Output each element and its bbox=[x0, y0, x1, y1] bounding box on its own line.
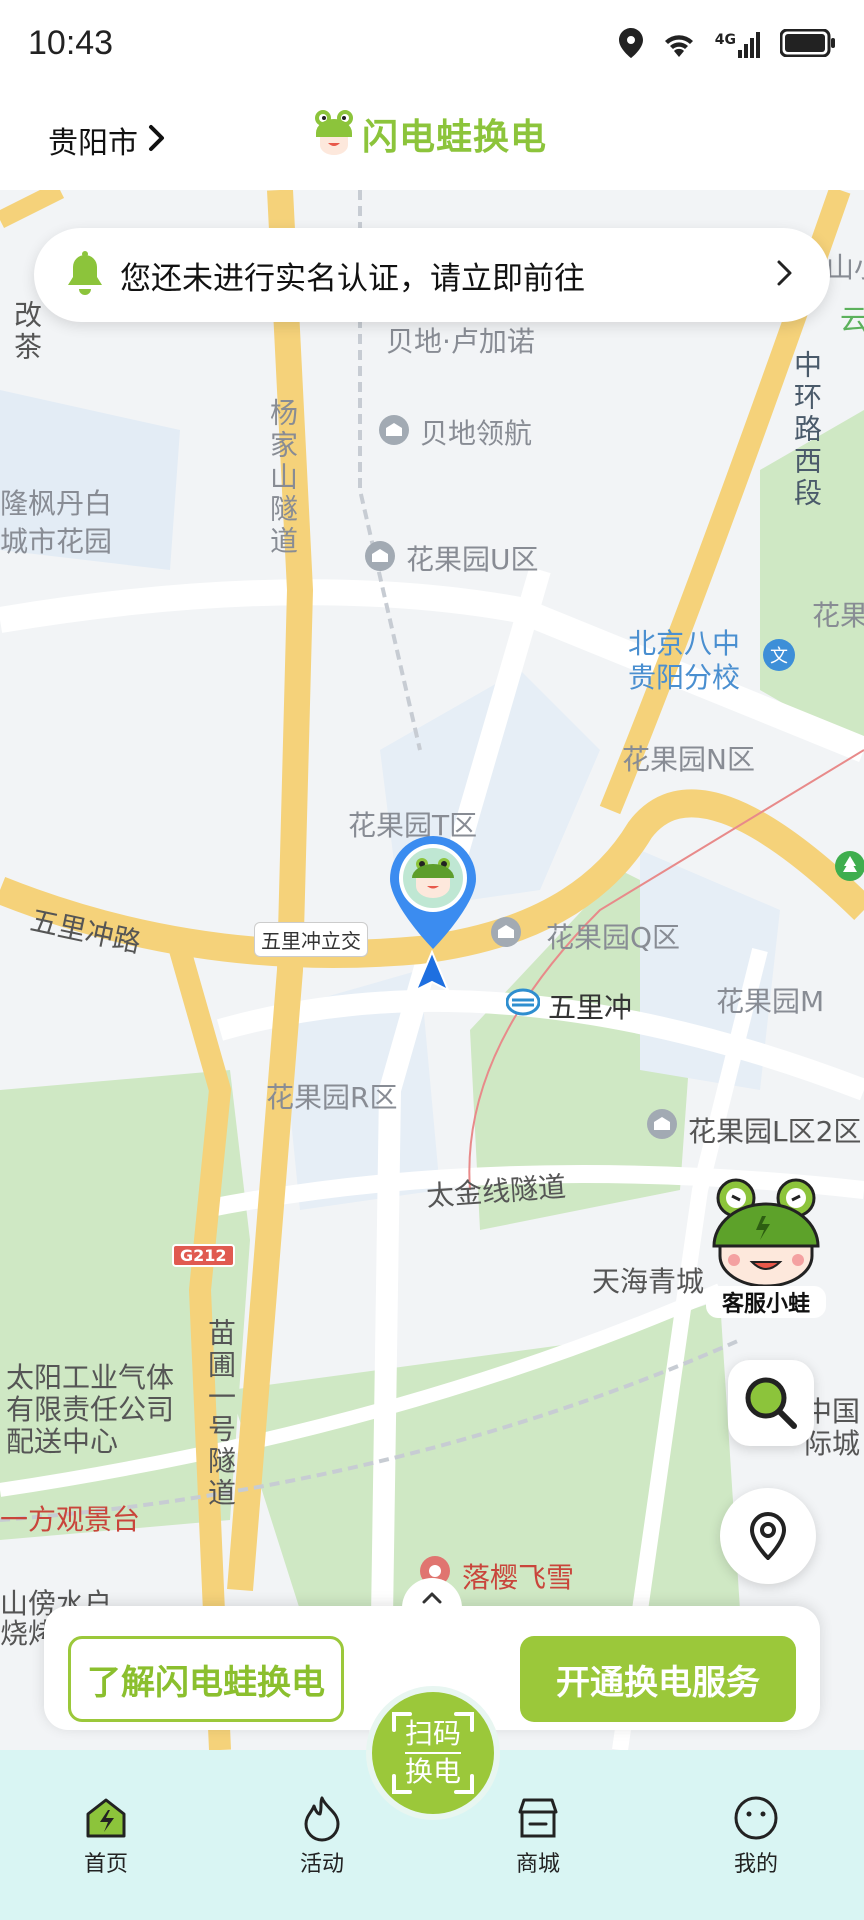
station-location-pin-icon[interactable] bbox=[386, 832, 480, 952]
open-service-button[interactable]: 开通换电服务 bbox=[520, 1636, 796, 1722]
nav-label-activity: 活动 bbox=[299, 1852, 344, 1877]
map-label-miaopu: 苗圃一号隧道 bbox=[204, 1318, 237, 1510]
location-icon bbox=[618, 28, 643, 62]
poi-building-icon bbox=[379, 415, 409, 445]
locate-me-button[interactable] bbox=[720, 1488, 816, 1584]
map-label-g212: G212 bbox=[172, 1244, 235, 1267]
map-label-yangjiashan: 杨家山隧道 bbox=[266, 398, 299, 558]
map-label-wulichong: 五里冲 bbox=[548, 991, 633, 1024]
learn-more-button[interactable]: 了解闪电蛙换电 bbox=[68, 1636, 344, 1722]
svg-text:文: 文 bbox=[770, 646, 788, 667]
map-label-gai: 改茶 bbox=[10, 300, 43, 364]
store-icon bbox=[518, 1798, 558, 1838]
cellular-signal-icon: 4G bbox=[715, 32, 762, 58]
bell-icon bbox=[64, 251, 106, 299]
nav-item-home[interactable]: 首页 bbox=[46, 1794, 166, 1878]
frog-mascot-icon bbox=[712, 1178, 820, 1288]
home-icon bbox=[86, 1798, 126, 1838]
map-label-yifang: 一方观景台 bbox=[0, 1503, 141, 1536]
map-label-longfeng-2: 城市花园 bbox=[0, 525, 113, 558]
nav-item-mine[interactable]: 我的 bbox=[696, 1794, 816, 1878]
map-label-shanxiao: 山小 bbox=[826, 251, 864, 284]
status-icons: 4G bbox=[618, 28, 836, 62]
search-button[interactable] bbox=[728, 1360, 814, 1446]
nav-label-mall: 商城 bbox=[515, 1852, 560, 1877]
map-label-hgy-u: 花果园U区 bbox=[406, 543, 539, 576]
current-location-arrow-icon bbox=[414, 950, 450, 993]
location-pin-icon bbox=[750, 1512, 786, 1560]
app-header: 贵阳市 闪电蛙换电 bbox=[0, 90, 864, 190]
nav-label-mine: 我的 bbox=[733, 1852, 778, 1877]
poi-building-icon bbox=[365, 541, 395, 571]
poi-park-icon bbox=[835, 851, 864, 881]
poi-building-icon bbox=[647, 1109, 677, 1139]
map-label-hgy-q: 花果园Q区 bbox=[546, 921, 681, 954]
map-label-hgy-l: 花果园L区2区 bbox=[688, 1115, 862, 1148]
map-label-beidi-lujianuo: 贝地·卢加诺 bbox=[386, 325, 535, 358]
poi-school-icon: 文 bbox=[763, 639, 795, 671]
customer-service-label: 客服小蛙 bbox=[706, 1286, 826, 1318]
chevron-right-icon bbox=[776, 259, 794, 291]
network-type: 4G bbox=[714, 32, 736, 48]
search-icon bbox=[745, 1377, 797, 1429]
city-name: 贵阳市 bbox=[48, 126, 138, 161]
city-selector[interactable]: 贵阳市 bbox=[48, 118, 166, 162]
frog-logo-icon bbox=[312, 109, 356, 159]
map-label-tianhai: 天海青城 bbox=[592, 1265, 705, 1298]
wifi-icon bbox=[661, 29, 697, 61]
poi-building-icon bbox=[491, 917, 521, 947]
chevron-right-icon bbox=[148, 124, 166, 156]
status-bar: 10:43 4G bbox=[0, 0, 864, 90]
verification-notice[interactable]: 您还未进行实名认证，请立即前往 bbox=[34, 228, 830, 322]
map-label-hgy-r: 花果园R区 bbox=[266, 1081, 398, 1114]
flame-icon bbox=[304, 1796, 340, 1842]
scan-label-line1: 扫码 bbox=[404, 1717, 461, 1750]
map-label-luoying: 落樱飞雪 bbox=[462, 1561, 575, 1594]
map-label-beidi-linghang: 贝地领航 bbox=[420, 417, 533, 450]
map-label-hua: 花果 bbox=[812, 599, 864, 632]
nav-label-home: 首页 bbox=[83, 1852, 128, 1877]
status-time: 10:43 bbox=[28, 24, 114, 62]
nav-item-mall[interactable]: 商城 bbox=[478, 1794, 598, 1878]
scan-label-line2: 换电 bbox=[404, 1752, 461, 1790]
battery-icon bbox=[779, 28, 836, 61]
map-label-taiyang-3: 配送中心 bbox=[6, 1425, 119, 1458]
scan-swap-button[interactable]: 扫码 换电 bbox=[366, 1686, 500, 1820]
notice-text: 您还未进行实名认证，请立即前往 bbox=[120, 260, 585, 297]
map-label-zhonghuan: 中环路西段 bbox=[790, 350, 823, 510]
map-label-wulichong-lijiao: 五里冲立交 bbox=[254, 922, 368, 957]
map-label-hgy-m: 花果园M bbox=[716, 985, 825, 1018]
nav-item-activity[interactable]: 活动 bbox=[262, 1794, 382, 1878]
map-label-bj8-b: 贵阳分校 bbox=[628, 661, 741, 694]
customer-service-button[interactable]: 客服小蛙 bbox=[706, 1176, 826, 1318]
metro-station-icon bbox=[506, 988, 540, 1016]
map-label-hgy-n: 花果园N区 bbox=[622, 743, 755, 776]
brand-name: 闪电蛙换电 bbox=[362, 117, 548, 158]
smiley-face-icon bbox=[734, 1796, 778, 1840]
chevron-up-icon bbox=[422, 1592, 442, 1604]
map-label-yun: 云 bbox=[840, 303, 864, 336]
map-label-longfeng: 隆枫丹白 bbox=[0, 487, 113, 520]
brand-logo: 闪电蛙换电 bbox=[312, 108, 547, 160]
